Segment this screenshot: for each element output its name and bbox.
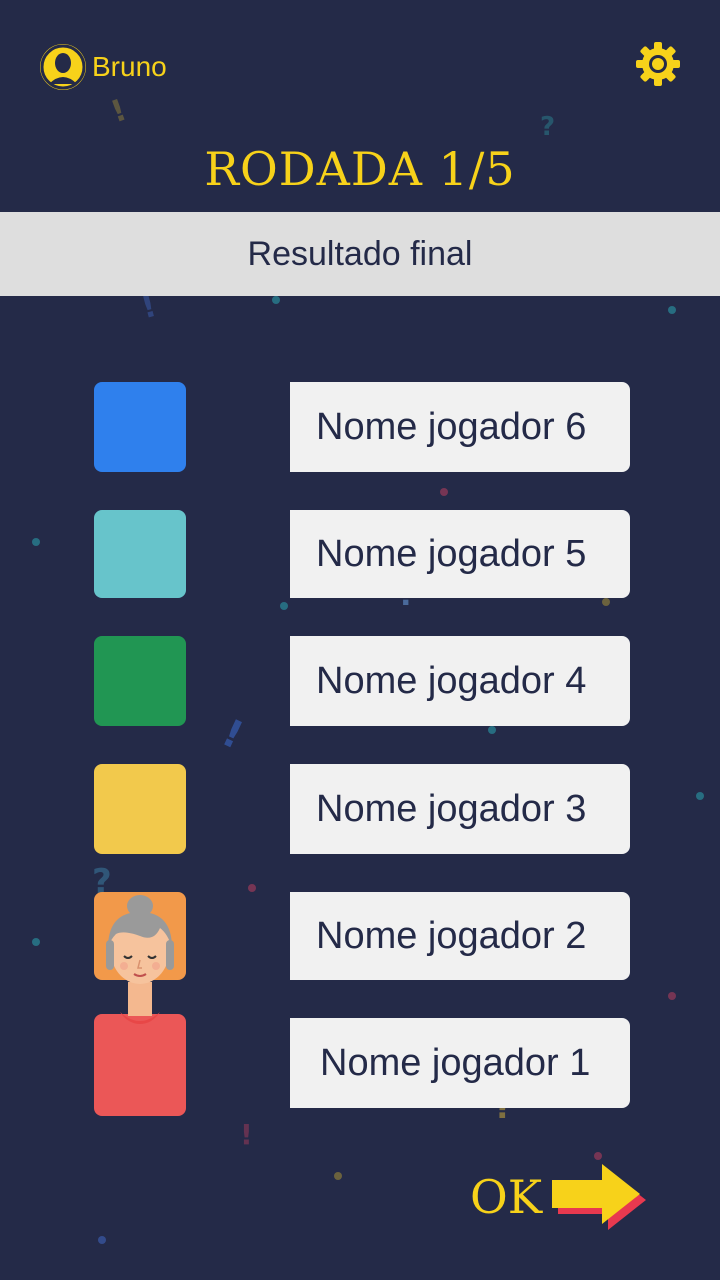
player-character-avatar — [94, 890, 186, 1116]
player-row[interactable]: Nome jogador 5 — [94, 510, 630, 598]
round-title: RODADA 1/5 — [204, 142, 516, 196]
question-decor: ? — [540, 112, 556, 142]
confetti-dot — [248, 884, 256, 892]
confetti-dot — [696, 792, 704, 800]
player-color-swatch — [94, 382, 186, 472]
ok-button[interactable]: OK — [470, 1162, 650, 1232]
confetti-dot — [668, 992, 676, 1000]
confetti-dot — [98, 1236, 106, 1244]
profile-button[interactable]: Bruno — [40, 44, 167, 90]
arrow-right-icon — [552, 1164, 647, 1230]
row-divider — [280, 382, 290, 472]
result-label: Resultado final — [247, 234, 473, 273]
confetti-dot — [32, 538, 40, 546]
player-name-box[interactable]: Nome jogador 1 — [290, 1018, 630, 1108]
player-row[interactable]: Nome jogador 6 — [94, 382, 630, 472]
confetti-dot — [272, 296, 280, 304]
player-name: Nome jogador 2 — [316, 914, 587, 957]
confetti-dot — [488, 726, 496, 734]
row-divider — [280, 1018, 290, 1108]
confetti-dot — [440, 488, 448, 496]
ok-label: OK — [470, 1170, 543, 1224]
player-row[interactable]: Nome jogador 3 — [94, 764, 630, 854]
player-row[interactable]: Nome jogador 4 — [94, 636, 630, 726]
confetti-dot — [594, 1152, 602, 1160]
row-divider — [280, 510, 290, 598]
player-name-box[interactable]: Nome jogador 4 — [290, 636, 630, 726]
row-divider — [280, 764, 290, 854]
player-name-box[interactable]: Nome jogador 5 — [290, 510, 630, 598]
player-name: Nome jogador 5 — [316, 532, 587, 575]
player-name: Nome jogador 3 — [316, 787, 587, 830]
player-name: Nome jogador 4 — [316, 659, 587, 702]
result-banner: Resultado final — [0, 212, 720, 296]
confetti-dot — [32, 938, 40, 946]
exclamation-decor: ! — [240, 1118, 253, 1151]
row-divider — [280, 892, 290, 980]
player-color-swatch — [94, 510, 186, 598]
confetti-dot — [334, 1172, 342, 1180]
player-name-box[interactable]: Nome jogador 3 — [290, 764, 630, 854]
player-color-swatch — [94, 764, 186, 854]
user-avatar-icon — [40, 44, 86, 90]
confetti-dot — [668, 306, 676, 314]
player-name-box[interactable]: Nome jogador 2 — [290, 892, 630, 980]
player-name: Nome jogador 1 — [320, 1041, 591, 1084]
player-name-box[interactable]: Nome jogador 6 — [290, 382, 630, 472]
exclamation-decor: ! — [106, 92, 132, 131]
confetti-dot — [602, 598, 610, 606]
gear-icon — [636, 42, 680, 86]
settings-button[interactable] — [634, 40, 682, 88]
player-color-swatch — [94, 636, 186, 726]
username-label: Bruno — [92, 51, 167, 82]
row-divider — [280, 636, 290, 726]
player-name: Nome jogador 6 — [316, 405, 587, 448]
confetti-dot — [280, 602, 288, 610]
